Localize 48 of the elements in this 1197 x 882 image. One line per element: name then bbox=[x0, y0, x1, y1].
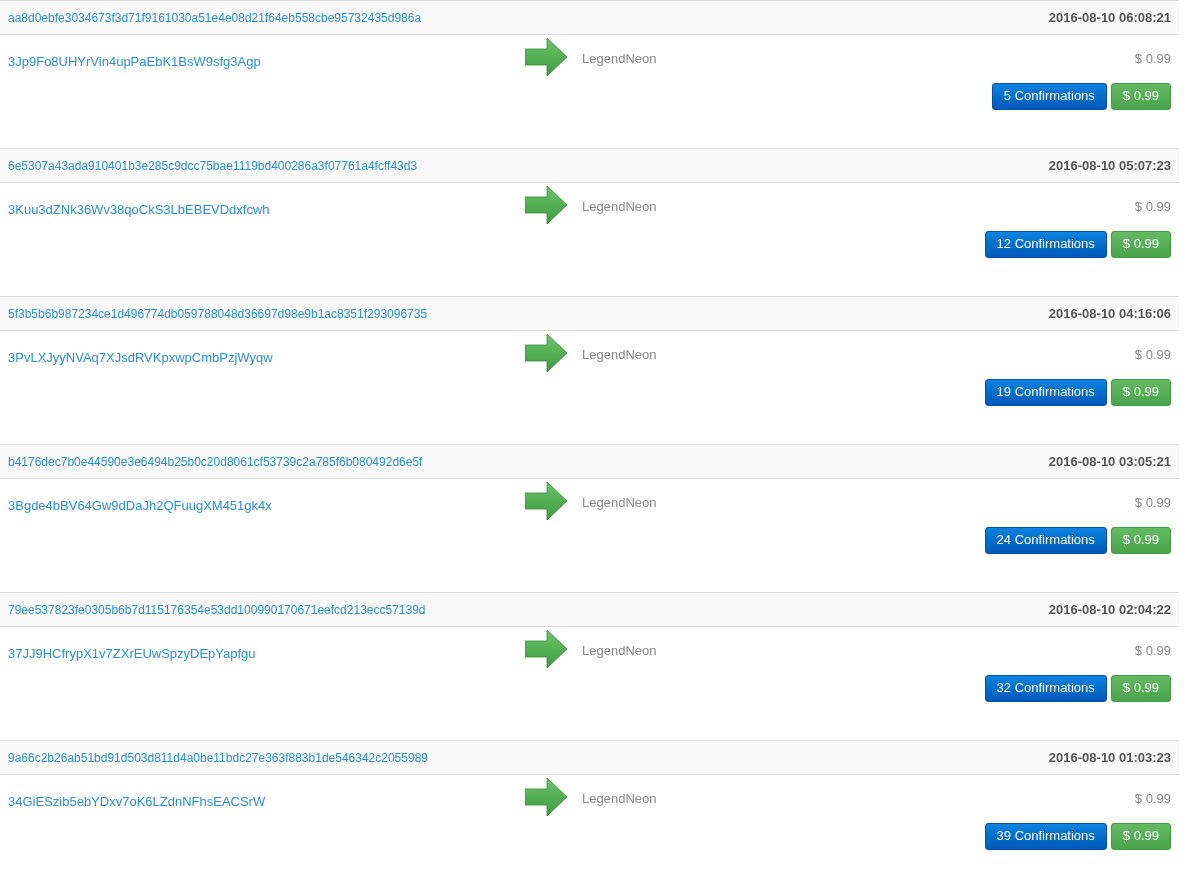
transaction-hash-link[interactable]: 6e5307a43ada910401b3e285c9dcc75bae1119bd400286a3f07761a4fcff43d3 bbox=[8, 156, 418, 175]
total-amount-button[interactable]: $ 0.99 bbox=[1110, 674, 1171, 702]
total-amount-button[interactable]: $ 0.99 bbox=[1110, 822, 1171, 850]
transaction-hash-link[interactable]: b4176dec7b0e44590e3e6494b25b0c20d8061cf53739c2a785f6b080492d6e5f bbox=[8, 452, 423, 471]
total-amount-button[interactable]: $ 0.99 bbox=[1110, 526, 1171, 554]
amount-text: $ 0.99 bbox=[1134, 346, 1171, 364]
transaction-hash-link[interactable]: aa8d0ebfe3034673f3d71f9161030a51e4e08d21f64eb558cbe95732435d986a bbox=[8, 8, 422, 27]
sender-address-link[interactable]: 34GiESzib5ebYDxv7oK6LZdnNFhsEACSrW bbox=[8, 794, 266, 809]
transaction-time: 2016-08-10 02:04:22 bbox=[1048, 600, 1171, 619]
transaction-time: 2016-08-10 06:08:21 bbox=[1048, 8, 1171, 27]
right-arrow-icon bbox=[525, 186, 567, 224]
transaction-hash-link[interactable]: 79ee537823fe0305b6b7d115176354e53dd100990170671eefcd213ecc57139d bbox=[8, 600, 426, 619]
amount-text: $ 0.99 bbox=[1134, 198, 1171, 216]
right-arrow-icon bbox=[525, 334, 567, 372]
right-arrow-icon bbox=[525, 778, 567, 816]
recipient-name: LegendNeon bbox=[582, 494, 657, 512]
sender-address-link[interactable]: 3Kuu3dZNk36Wv38qoCkS3LbEBEVDdxfcwh bbox=[8, 202, 270, 217]
confirmations-button[interactable]: 19 Confirmations bbox=[984, 378, 1107, 406]
amount-text: $ 0.99 bbox=[1134, 642, 1171, 660]
transaction-hash-link[interactable]: 9a66c2b26ab51bd91d503d811d4a0be11bdc27e363f883b1de546342c2055989 bbox=[8, 748, 428, 767]
amount-text: $ 0.99 bbox=[1134, 50, 1171, 68]
confirmations-button[interactable]: 24 Confirmations bbox=[984, 526, 1107, 554]
right-arrow-icon bbox=[525, 38, 567, 76]
confirmations-button[interactable]: 5 Confirmations bbox=[991, 82, 1107, 110]
transaction-hash-link[interactable]: 5f3b5b6b987234ce1d496774db059788048d36697d98e9b1ac8351f293096735 bbox=[8, 304, 428, 323]
confirmations-button[interactable]: 39 Confirmations bbox=[984, 822, 1107, 850]
recipient-name: LegendNeon bbox=[582, 50, 657, 68]
total-amount-button[interactable]: $ 0.99 bbox=[1110, 230, 1171, 258]
recipient-name: LegendNeon bbox=[582, 198, 657, 216]
confirmations-button[interactable]: 12 Confirmations bbox=[984, 230, 1107, 258]
transaction-time: 2016-08-10 05:07:23 bbox=[1048, 156, 1171, 175]
transaction-time: 2016-08-10 01:03:23 bbox=[1048, 748, 1171, 767]
transaction-time: 2016-08-10 04:16:06 bbox=[1048, 304, 1171, 323]
sender-address-link[interactable]: 3Jp9Fo8UHYrVin4upPaEbK1BsW9sfg3Agp bbox=[8, 54, 261, 69]
total-amount-button[interactable]: $ 0.99 bbox=[1110, 82, 1171, 110]
transaction-time: 2016-08-10 03:05:21 bbox=[1048, 452, 1171, 471]
sender-address-link[interactable]: 3Bgde4bBV64Gw9dDaJh2QFuugXM451gk4x bbox=[8, 498, 272, 513]
sender-address-link[interactable]: 3PvLXJyyNVAq7XJsdRVKpxwpCmbPzjWyqw bbox=[8, 350, 273, 365]
amount-text: $ 0.99 bbox=[1134, 494, 1171, 512]
right-arrow-icon bbox=[525, 482, 567, 520]
total-amount-button[interactable]: $ 0.99 bbox=[1110, 378, 1171, 406]
confirmations-button[interactable]: 32 Confirmations bbox=[984, 674, 1107, 702]
recipient-name: LegendNeon bbox=[582, 346, 657, 364]
amount-text: $ 0.99 bbox=[1134, 790, 1171, 808]
sender-address-link[interactable]: 37JJ9HCfrypX1v7ZXrEUwSpzyDEpYapfgu bbox=[8, 646, 256, 661]
right-arrow-icon bbox=[525, 630, 567, 668]
recipient-name: LegendNeon bbox=[582, 790, 657, 808]
recipient-name: LegendNeon bbox=[582, 642, 657, 660]
